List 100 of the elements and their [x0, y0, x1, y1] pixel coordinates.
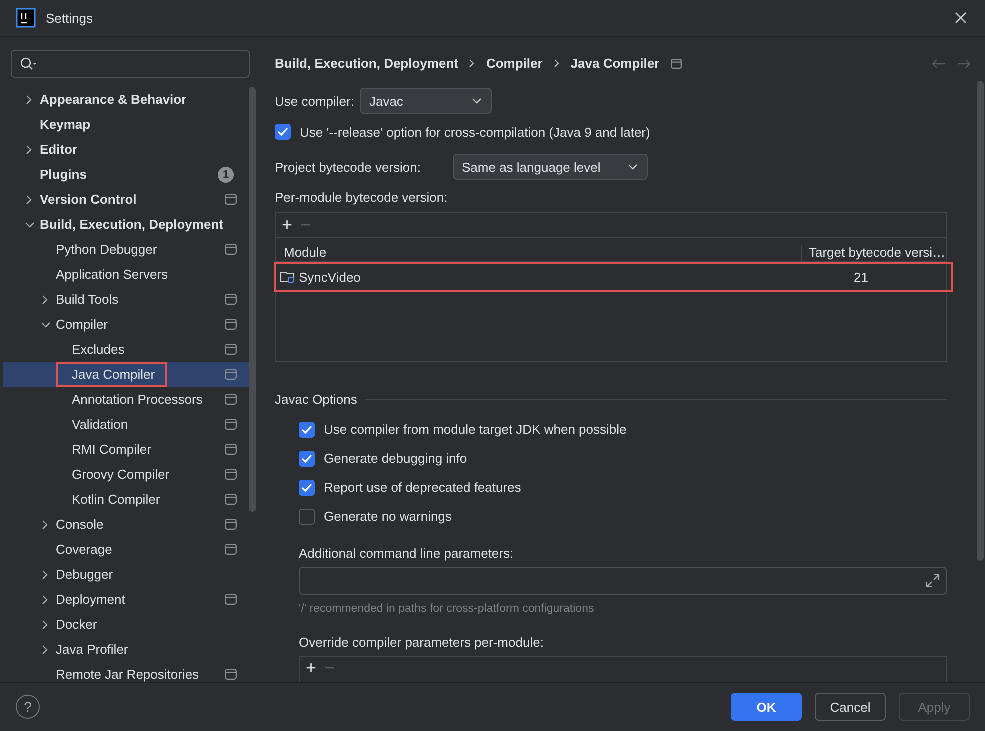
tree-item-label: Groovy Compiler [72, 467, 170, 482]
tree-item[interactable]: Keymap [3, 112, 249, 137]
tree-item[interactable]: Excludes [3, 337, 249, 362]
tree-item[interactable]: Java Compiler [3, 362, 249, 387]
search-icon [20, 57, 38, 71]
window-icon [225, 344, 237, 355]
checkbox[interactable] [299, 450, 315, 466]
dialog-button[interactable]: Cancel [815, 693, 886, 721]
checkbox[interactable] [299, 508, 315, 524]
chevron-right-icon [554, 59, 560, 68]
chevron-right-icon[interactable] [41, 570, 49, 580]
tree-item[interactable]: Editor [3, 137, 249, 162]
chevron-right-icon[interactable] [41, 294, 49, 304]
window-icon [225, 419, 237, 430]
scrollbar[interactable] [249, 87, 256, 512]
hint-text: '/' recommended in paths for cross-platform configurations [299, 603, 596, 615]
tree-item-label: Kotlin Compiler [72, 492, 160, 507]
field-label: Per-module bytecode version: [275, 190, 449, 205]
checkbox[interactable] [275, 124, 291, 140]
window-icon [225, 594, 237, 605]
tree-item-label: Annotation Processors [72, 392, 203, 407]
app-logo-icon [16, 8, 36, 28]
tree-item[interactable]: Annotation Processors [3, 387, 249, 412]
tree-item[interactable]: Remote Jar Repositories [3, 662, 249, 682]
chevron-right-icon[interactable] [41, 644, 49, 654]
field-label: Additional command line parameters: [299, 546, 515, 561]
caret-icon [472, 98, 482, 104]
tree-item-label: Coverage [56, 542, 112, 557]
tree-item[interactable]: Console [3, 512, 249, 537]
tree-item-label: Debugger [56, 567, 114, 582]
tree-item-label: Build Tools [56, 292, 119, 307]
breadcrumb-item[interactable]: Java Compiler [570, 56, 660, 71]
breadcrumb-item[interactable]: Compiler [486, 56, 543, 71]
tree-item-label: Version Control [40, 192, 137, 207]
tree-item-label: Editor [40, 142, 78, 157]
chevron-down-icon[interactable] [41, 320, 51, 328]
help-button[interactable]: ? [16, 695, 40, 719]
tree-item[interactable]: Debugger [3, 562, 249, 587]
tree-item[interactable]: Deployment [3, 587, 249, 612]
tree-item[interactable]: Build, Execution, Deployment [3, 212, 249, 237]
table-cell-text: 21 [853, 270, 870, 284]
chevron-right-icon[interactable] [25, 194, 33, 204]
tree-item-label: Appearance & Behavior [40, 92, 187, 107]
compiler-dropdown[interactable]: Javac [360, 88, 492, 114]
checkbox[interactable] [299, 422, 315, 438]
tree-item[interactable]: Build Tools [3, 287, 249, 312]
tree-item[interactable]: RMI Compiler [3, 437, 249, 462]
window-icon [225, 294, 237, 305]
tree-item-label: Python Debugger [56, 242, 158, 257]
chevron-right-icon[interactable] [25, 144, 33, 154]
tree-item-label: Java Profiler [56, 642, 128, 657]
close-icon[interactable] [955, 12, 967, 24]
tree-item-label: Console [56, 517, 104, 532]
tree-item-label: Build, Execution, Deployment [40, 217, 224, 232]
chevron-down-icon[interactable] [25, 220, 35, 228]
field-label: Project bytecode version: [275, 160, 422, 174]
window-icon [225, 469, 237, 480]
caret-icon [628, 164, 638, 170]
checkbox-label: Generate no warnings [324, 509, 452, 524]
tree-item[interactable]: Java Profiler [3, 637, 249, 662]
tree-item[interactable]: Validation [3, 412, 249, 437]
column-header[interactable]: Target bytecode versi… [801, 245, 946, 261]
expand-icon[interactable] [926, 574, 940, 588]
tree-item-label: Compiler [56, 317, 108, 332]
tree-item[interactable]: Python Debugger [3, 237, 249, 262]
scrollbar[interactable] [977, 81, 984, 561]
add-button[interactable]: + [282, 216, 293, 234]
chevron-right-icon[interactable] [41, 620, 49, 630]
window-icon [225, 544, 237, 555]
window-icon [225, 494, 237, 505]
chevron-right-icon[interactable] [41, 594, 49, 604]
tree-item[interactable]: Groovy Compiler [3, 462, 249, 487]
parameters-field[interactable] [299, 567, 947, 595]
tree-item[interactable]: Kotlin Compiler [3, 487, 249, 512]
dialog-button[interactable]: OK [731, 693, 802, 721]
chevron-right-icon[interactable] [25, 94, 33, 104]
window-icon [225, 194, 237, 205]
count-badge: 1 [218, 166, 234, 182]
add-button[interactable]: + [306, 659, 317, 682]
tree-item-label: RMI Compiler [72, 442, 152, 457]
tree-item[interactable]: Docker [3, 612, 249, 637]
module-folder-icon [280, 270, 296, 284]
highlight-frame: Java Compiler [56, 362, 168, 387]
tree-item-label: Docker [56, 617, 98, 632]
breadcrumb-item[interactable]: Build, Execution, Deployment [275, 56, 458, 71]
tree-item[interactable]: Application Servers [3, 262, 249, 287]
bytecode-dropdown[interactable]: Same as language level [453, 154, 648, 180]
tree-item[interactable]: Plugins 1 [3, 162, 249, 187]
chevron-right-icon[interactable] [41, 520, 49, 530]
search-field[interactable] [11, 50, 250, 78]
checkbox-label: Generate debugging info [324, 451, 468, 466]
window-icon [670, 58, 682, 68]
tree-item[interactable]: Appearance & Behavior [3, 87, 249, 112]
column-header[interactable]: Module [276, 245, 801, 261]
tree-item[interactable]: Compiler [3, 312, 249, 337]
checkbox[interactable] [299, 480, 315, 496]
tree-item[interactable]: Version Control [3, 187, 249, 212]
table-row[interactable]: SyncVideo 21 [276, 264, 951, 290]
field-label: Override compiler parameters per-module: [299, 635, 545, 650]
tree-item[interactable]: Coverage [3, 537, 249, 562]
